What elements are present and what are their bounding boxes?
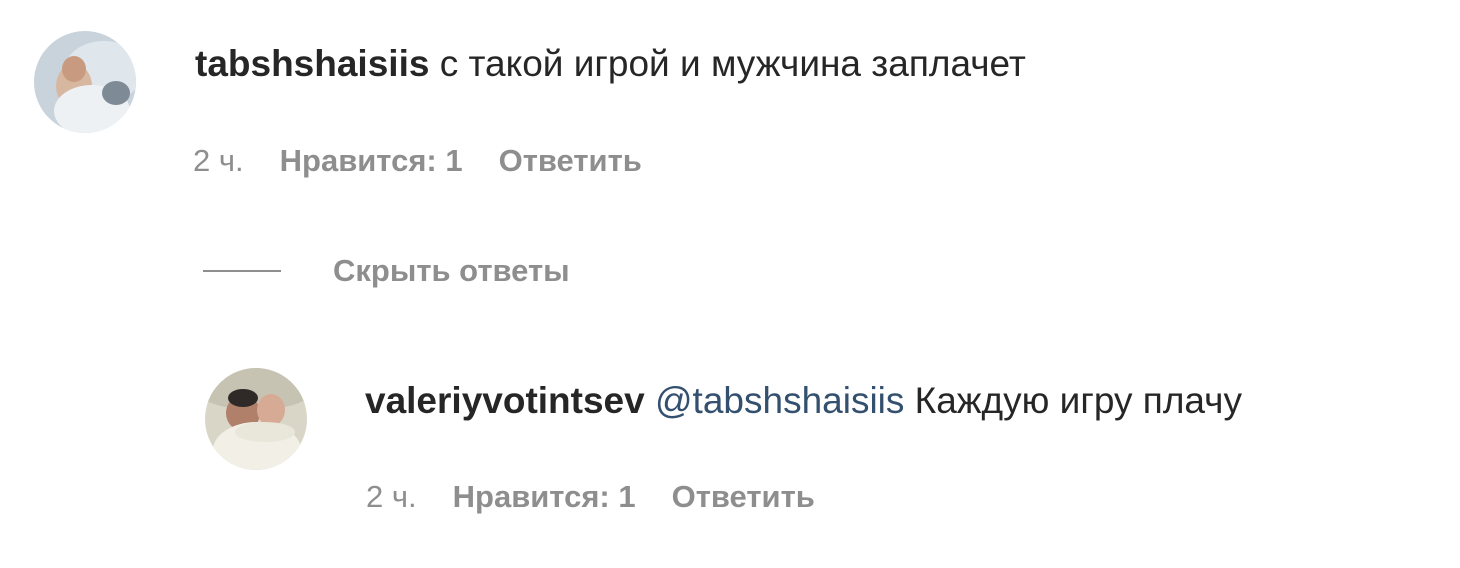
reply-avatar-photo (205, 368, 307, 470)
reply-time[interactable]: 2 ч. (366, 479, 417, 514)
comment-username[interactable]: tabshshaisiis (195, 43, 429, 84)
comment-likes[interactable]: Нравится: 1 (280, 143, 463, 178)
hide-replies-label: Скрыть ответы (333, 253, 570, 288)
reply-meta: 2 ч. Нравится: 1 Ответить (366, 477, 815, 517)
reply-likes[interactable]: Нравится: 1 (453, 479, 636, 514)
reply-line: valeriyvotintsev @tabshshaisiis Каждую и… (365, 379, 1242, 423)
reply-reply-button[interactable]: Ответить (672, 479, 815, 514)
reply-text: Каждую игру плачу (914, 380, 1242, 421)
hide-replies-button[interactable]: Скрыть ответы (203, 248, 570, 294)
avatar[interactable] (34, 31, 136, 133)
comment-time[interactable]: 2 ч. (193, 143, 244, 178)
hide-replies-line (203, 270, 281, 272)
comment-meta: 2 ч. Нравится: 1 Ответить (193, 141, 642, 181)
avatar-photo (34, 31, 136, 133)
reply-mention[interactable]: @tabshshaisiis (655, 380, 904, 421)
comment-reply-button[interactable]: Ответить (499, 143, 642, 178)
reply-username[interactable]: valeriyvotintsev (365, 380, 645, 421)
comment-line: tabshshaisiis с такой игрой и мужчина за… (195, 42, 1026, 86)
reply-avatar[interactable] (205, 368, 307, 470)
comment-text: с такой игрой и мужчина заплачет (439, 43, 1026, 84)
